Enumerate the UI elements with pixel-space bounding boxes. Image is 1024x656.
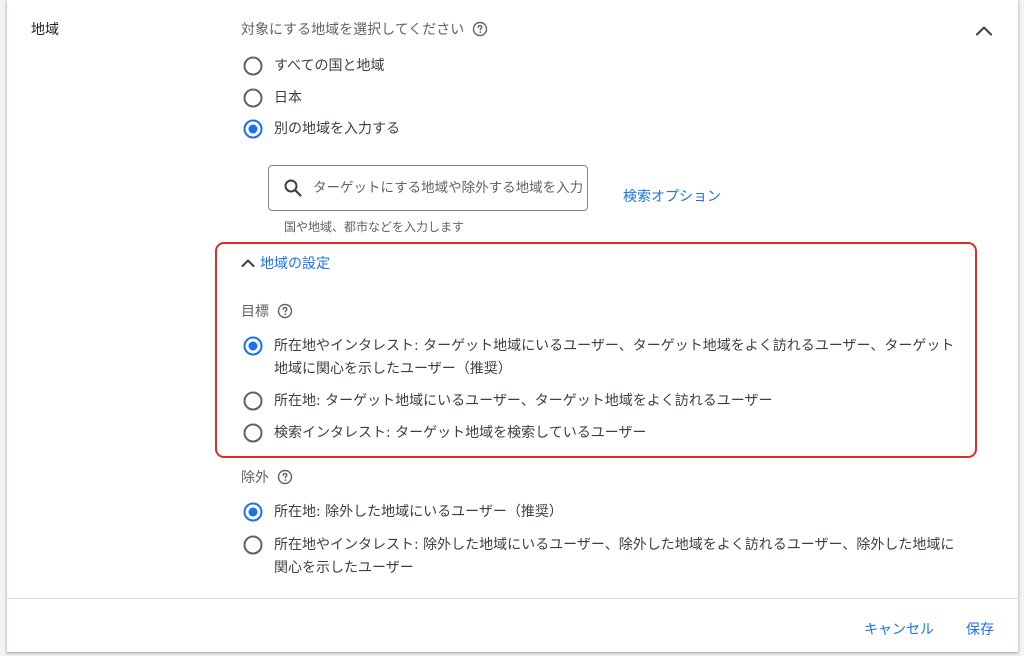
cancel-button[interactable]: キャンセル (864, 619, 934, 639)
search-hint: 国や地域、都市などを入力します (284, 220, 465, 234)
radio-label: 検索インタレスト: ターゲット地域を検索しているユーザー (274, 425, 647, 441)
radio-checked-icon (243, 502, 263, 522)
radio-label: 別の地域を入力する (274, 121, 400, 137)
section-instruction: 対象にする地域を選択してください (241, 19, 488, 39)
radio-checked-icon (243, 119, 263, 139)
help-icon[interactable] (472, 21, 488, 37)
radio-exclusion-presence-interest[interactable]: 所在地やインタレスト: 除外した地域にいるユーザー、除外した地域をよく訪れるユー… (243, 535, 954, 580)
help-icon[interactable] (277, 469, 293, 485)
footer-divider (7, 598, 1018, 599)
radio-goal-presence-interest[interactable]: 所在地やインタレスト: ターゲット地域にいるユーザー、ターゲット地域をよく訪れる… (243, 336, 954, 381)
radio-unchecked-icon (243, 391, 263, 411)
radio-label: 所在地やインタレスト: 除外した地域にいるユーザー、除外した地域をよく訪れるユー… (274, 534, 954, 580)
radio-label-line: 所在地やインタレスト: 除外した地域にいるユーザー、除外した地域をよく訪れるユー… (274, 537, 955, 553)
radio-unchecked-icon (243, 88, 263, 108)
radio-label: 所在地: ターゲット地域にいるユーザー、ターゲット地域をよく訪れるユーザー (274, 393, 773, 409)
radio-all-countries[interactable]: すべての国と地域 (243, 56, 384, 76)
radio-unchecked-icon (243, 535, 263, 555)
goal-label-text: 目標 (241, 304, 269, 320)
exclusion-label-text: 除外 (241, 470, 269, 486)
location-settings-toggle[interactable]: 地域の設定 (240, 253, 330, 273)
radio-unchecked-icon (243, 56, 263, 76)
radio-goal-search-interest[interactable]: 検索インタレスト: ターゲット地域を検索しているユーザー (243, 423, 646, 443)
radio-label: 所在地: 除外した地域にいるユーザー（推奨） (274, 504, 563, 520)
section-label: 地域 (31, 22, 59, 38)
radio-checked-icon (243, 336, 263, 356)
help-icon[interactable] (277, 303, 293, 319)
exclusion-label: 除外 (241, 467, 293, 487)
radio-label: 所在地やインタレスト: ターゲット地域にいるユーザー、ターゲット地域をよく訪れる… (274, 335, 954, 381)
radio-label-line: 地域に関心を示したユーザー（推奨） (274, 361, 512, 377)
goal-label: 目標 (241, 301, 293, 321)
radio-other-location[interactable]: 別の地域を入力する (243, 119, 400, 139)
search-options-link[interactable]: 検索オプション (623, 186, 721, 206)
location-settings-label: 地域の設定 (260, 256, 330, 272)
radio-japan[interactable]: 日本 (243, 88, 302, 108)
radio-goal-presence[interactable]: 所在地: ターゲット地域にいるユーザー、ターゲット地域をよく訪れるユーザー (243, 391, 772, 411)
radio-label: すべての国と地域 (274, 58, 385, 74)
radio-label-line: 所在地やインタレスト: ターゲット地域にいるユーザー、ターゲット地域をよく訪れる… (274, 338, 955, 354)
chevron-up-icon (241, 259, 255, 267)
search-icon (284, 179, 302, 197)
location-search-box[interactable] (268, 165, 588, 211)
radio-label: 日本 (274, 90, 302, 106)
radio-unchecked-icon (243, 423, 263, 443)
locations-panel: 地域 対象にする地域を選択してください すべての国と地域 日本 別の地域を入力す… (7, 0, 1018, 652)
save-button[interactable]: 保存 (966, 619, 994, 639)
location-search-input[interactable] (311, 179, 585, 197)
radio-exclusion-presence[interactable]: 所在地: 除外した地域にいるユーザー（推奨） (243, 502, 563, 522)
radio-label-line: 関心を示したユーザー (274, 560, 414, 576)
chevron-up-icon[interactable] (973, 20, 995, 42)
instruction-text: 対象にする地域を選択してください (241, 22, 465, 38)
